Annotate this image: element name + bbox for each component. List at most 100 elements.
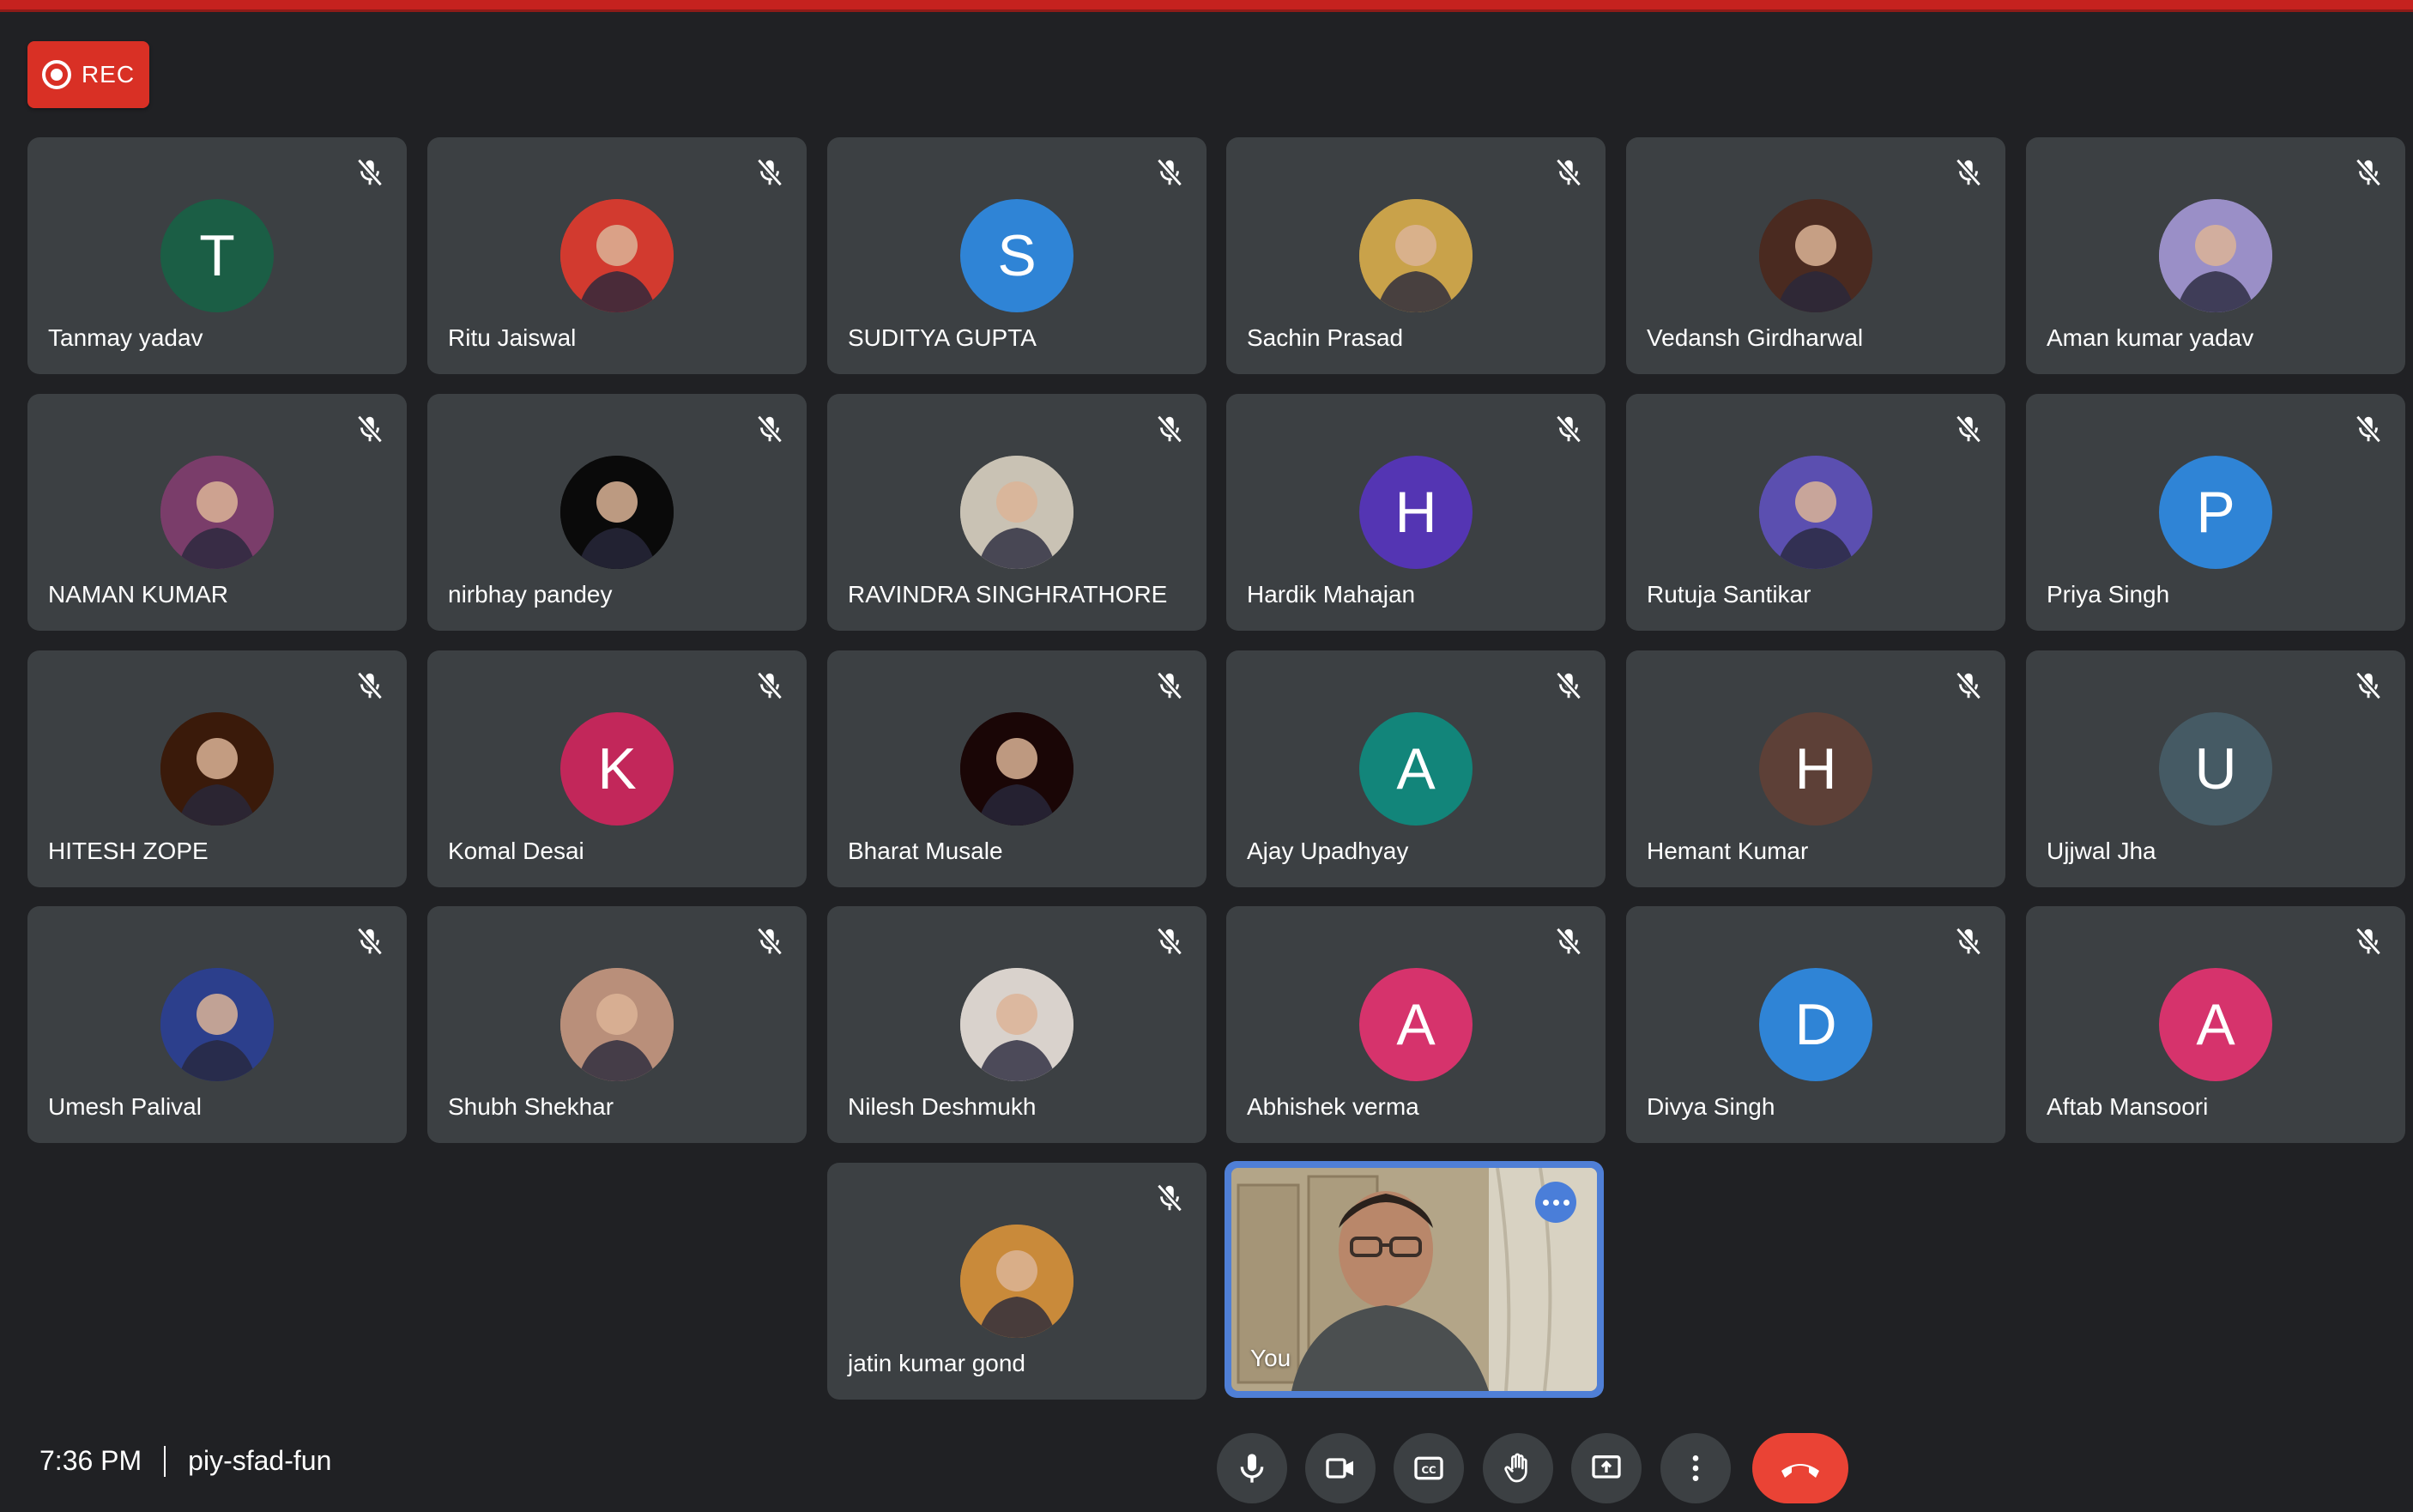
- participant-name: Bharat Musale: [848, 838, 1003, 864]
- muted-mic-icon: [1153, 156, 1186, 189]
- avatar: D: [1759, 968, 1872, 1081]
- participant-name: RAVINDRA SINGHRATHORE: [848, 581, 1168, 608]
- participant-name: Vedansh Girdharwal: [1647, 324, 1864, 351]
- recording-label: REC: [81, 61, 136, 88]
- participant-name: Shubh Shekhar: [448, 1093, 614, 1120]
- end-call-icon: [1781, 1464, 1819, 1478]
- participant-name: jatin kumar gond: [848, 1350, 1026, 1376]
- participant-name: Ajay Upadhyay: [1247, 838, 1409, 864]
- participant-tile[interactable]: U Ujjwal Jha: [2026, 650, 2405, 887]
- participant-tile[interactable]: Aman kumar yadav: [2026, 137, 2405, 374]
- muted-mic-icon: [1552, 156, 1585, 189]
- avatar: U: [2159, 712, 2272, 826]
- muted-mic-icon: [1552, 925, 1585, 958]
- avatar: A: [2159, 968, 2272, 1081]
- meeting-code[interactable]: piy-sfad-fun: [188, 1445, 331, 1477]
- avatar-photo: [960, 968, 1073, 1081]
- participant-name: Komal Desai: [448, 838, 584, 864]
- participant-name: HITESH ZOPE: [48, 838, 209, 864]
- muted-mic-icon: [354, 925, 386, 958]
- avatar-photo: [2159, 199, 2272, 312]
- avatar-photo: [160, 712, 274, 826]
- avatar: P: [2159, 456, 2272, 569]
- raise-hand-button[interactable]: [1483, 1433, 1553, 1503]
- self-name: You: [1250, 1345, 1291, 1371]
- participant-tile[interactable]: A Aftab Mansoori: [2026, 906, 2405, 1143]
- muted-mic-icon: [753, 669, 786, 702]
- muted-mic-icon: [753, 413, 786, 445]
- avatar: A: [1359, 968, 1473, 1081]
- meeting-time: 7:36 PM: [39, 1445, 142, 1476]
- participant-tile[interactable]: A Abhishek verma: [1226, 906, 1606, 1143]
- participant-tile[interactable]: S SUDITYA GUPTA: [827, 137, 1206, 374]
- avatar-photo: [960, 712, 1073, 826]
- microphone-button[interactable]: [1217, 1433, 1287, 1503]
- avatar-photo: [160, 456, 274, 569]
- raise-hand-icon: [1504, 1453, 1527, 1483]
- avatar-photo: [1759, 456, 1872, 569]
- participant-tile[interactable]: Nilesh Deshmukh: [827, 906, 1206, 1143]
- participant-name: Sachin Prasad: [1247, 324, 1404, 351]
- captions-button[interactable]: CC: [1394, 1433, 1464, 1503]
- avatar-photo: [1359, 199, 1473, 312]
- meeting-info: 7:36 PM piy-sfad-fun: [39, 1445, 331, 1477]
- muted-mic-icon: [1952, 156, 1985, 189]
- participant-tile[interactable]: D Divya Singh: [1626, 906, 2005, 1143]
- avatar-photo: [560, 968, 674, 1081]
- present-button[interactable]: [1571, 1433, 1642, 1503]
- more-options-button[interactable]: [1660, 1433, 1731, 1503]
- muted-mic-icon: [354, 413, 386, 445]
- muted-mic-icon: [753, 156, 786, 189]
- participant-tile[interactable]: A Ajay Upadhyay: [1226, 650, 1606, 887]
- muted-mic-icon: [2352, 925, 2385, 958]
- participant-tile[interactable]: Rutuja Santikar: [1626, 394, 2005, 631]
- camera-button[interactable]: [1305, 1433, 1376, 1503]
- participant-name: Priya Singh: [2047, 581, 2170, 608]
- participant-name: Umesh Palival: [48, 1093, 202, 1120]
- divider: [164, 1445, 166, 1477]
- recording-indicator[interactable]: REC: [27, 41, 149, 108]
- participant-tile[interactable]: NAMAN KUMAR: [27, 394, 407, 631]
- muted-mic-icon: [1153, 1182, 1186, 1214]
- participant-name: Tanmay yadav: [48, 324, 203, 351]
- participant-tile[interactable]: Shubh Shekhar: [427, 906, 807, 1143]
- participant-name: NAMAN KUMAR: [48, 581, 229, 608]
- end-call-button[interactable]: [1752, 1433, 1848, 1503]
- microphone-icon: [1240, 1454, 1264, 1483]
- more-options-icon[interactable]: [1535, 1182, 1576, 1223]
- avatar: S: [960, 199, 1073, 312]
- muted-mic-icon: [1552, 413, 1585, 445]
- participant-tile[interactable]: K Komal Desai: [427, 650, 807, 887]
- participant-tile[interactable]: H Hemant Kumar: [1626, 650, 2005, 887]
- top-recording-bar: [0, 0, 2413, 12]
- avatar-photo: [1759, 199, 1872, 312]
- participant-tile[interactable]: jatin kumar gond: [827, 1163, 1206, 1400]
- participant-tile[interactable]: T Tanmay yadav: [27, 137, 407, 374]
- muted-mic-icon: [1153, 413, 1186, 445]
- participant-tile[interactable]: nirbhay pandey: [427, 394, 807, 631]
- avatar-photo: [560, 456, 674, 569]
- avatar-photo: [160, 968, 274, 1081]
- participant-tile[interactable]: H Hardik Mahajan: [1226, 394, 1606, 631]
- self-video: You: [1231, 1168, 1597, 1391]
- participant-tile[interactable]: Bharat Musale: [827, 650, 1206, 887]
- participant-name: Ujjwal Jha: [2047, 838, 2156, 864]
- captions-icon: CC: [1414, 1456, 1443, 1480]
- participant-tile[interactable]: Vedansh Girdharwal: [1626, 137, 2005, 374]
- participant-tile[interactable]: Umesh Palival: [27, 906, 407, 1143]
- avatar: H: [1359, 456, 1473, 569]
- participant-tile[interactable]: P Priya Singh: [2026, 394, 2405, 631]
- participant-name: Hemant Kumar: [1647, 838, 1809, 864]
- avatar-photo: [960, 1225, 1073, 1338]
- participant-tile[interactable]: RAVINDRA SINGHRATHORE: [827, 394, 1206, 631]
- participant-name: Aman kumar yadav: [2047, 324, 2254, 351]
- muted-mic-icon: [753, 925, 786, 958]
- avatar: K: [560, 712, 674, 826]
- participant-tile[interactable]: Sachin Prasad: [1226, 137, 1606, 374]
- avatar: T: [160, 199, 274, 312]
- participant-tile[interactable]: Ritu Jaiswal: [427, 137, 807, 374]
- participant-tile[interactable]: HITESH ZOPE: [27, 650, 407, 887]
- avatar: H: [1759, 712, 1872, 826]
- muted-mic-icon: [1153, 925, 1186, 958]
- self-view-tile[interactable]: You: [1225, 1161, 1604, 1398]
